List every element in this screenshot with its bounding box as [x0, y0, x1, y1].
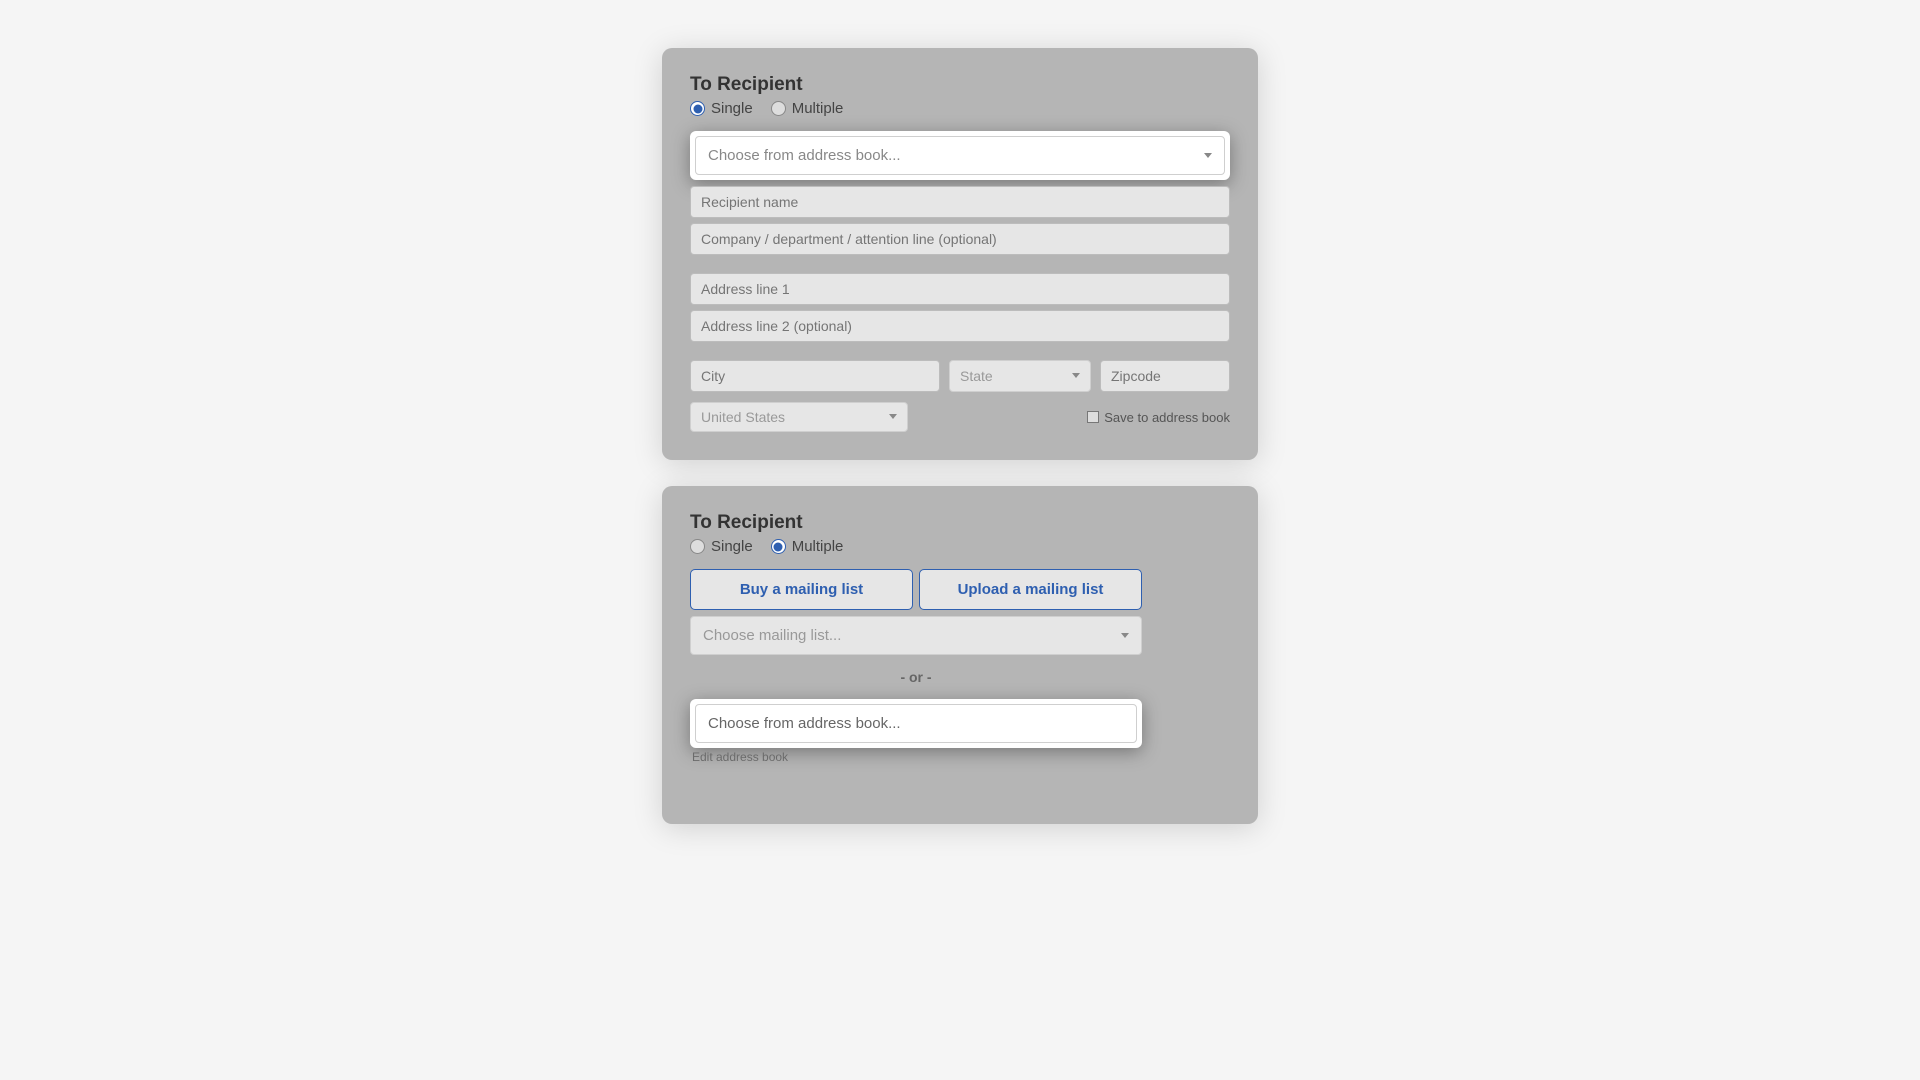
- chevron-down-icon: [1119, 633, 1129, 639]
- panel-title: To Recipient: [690, 512, 1230, 534]
- save-to-address-book-checkbox[interactable]: Save to address book: [1087, 410, 1230, 425]
- recipient-type-radios: Single Multiple: [690, 538, 1230, 555]
- radio-icon: [690, 539, 705, 554]
- buy-mailing-list-button[interactable]: Buy a mailing list: [690, 569, 913, 610]
- panel-title: To Recipient: [690, 74, 1230, 96]
- radio-label: Single: [711, 538, 753, 555]
- checkbox-label: Save to address book: [1104, 410, 1230, 425]
- address-book-select[interactable]: Choose from address book...: [695, 136, 1225, 175]
- address-book-highlight: Choose from address book...: [690, 131, 1230, 180]
- radio-label: Multiple: [792, 538, 844, 555]
- select-placeholder: Choose from address book...: [708, 715, 901, 732]
- radio-icon: [771, 101, 786, 116]
- upload-mailing-list-button[interactable]: Upload a mailing list: [919, 569, 1142, 610]
- recipient-type-radios: Single Multiple: [690, 100, 1230, 117]
- mailing-list-select[interactable]: Choose mailing list...: [690, 616, 1142, 655]
- select-placeholder: Choose mailing list...: [703, 627, 841, 644]
- recipient-panel-multiple: To Recipient Single Multiple Buy a maili…: [662, 486, 1258, 824]
- company-line-input[interactable]: [690, 223, 1230, 255]
- radio-icon: [690, 101, 705, 116]
- address-book-select[interactable]: Choose from address book...: [695, 704, 1137, 743]
- chevron-down-icon: [1070, 373, 1080, 379]
- radio-single[interactable]: Single: [690, 100, 753, 117]
- select-placeholder: State: [960, 368, 993, 384]
- recipient-panel-single: To Recipient Single Multiple Choose from…: [662, 48, 1258, 460]
- country-select[interactable]: United States: [690, 402, 908, 432]
- recipient-name-input[interactable]: [690, 186, 1230, 218]
- edit-address-book-link[interactable]: Edit address book: [692, 750, 1142, 764]
- state-select[interactable]: State: [949, 360, 1091, 392]
- city-input[interactable]: [690, 360, 940, 392]
- radio-multiple[interactable]: Multiple: [771, 100, 844, 117]
- select-value: United States: [701, 409, 785, 425]
- chevron-down-icon: [1202, 153, 1212, 159]
- address-fields: State United States Save to address book: [690, 186, 1230, 432]
- address-book-highlight: Choose from address book...: [690, 699, 1142, 748]
- radio-multiple[interactable]: Multiple: [771, 538, 844, 555]
- address-line-1-input[interactable]: [690, 273, 1230, 305]
- or-divider: - or -: [690, 669, 1142, 685]
- radio-label: Single: [711, 100, 753, 117]
- address-line-2-input[interactable]: [690, 310, 1230, 342]
- chevron-down-icon: [887, 414, 897, 420]
- select-placeholder: Choose from address book...: [708, 147, 901, 164]
- radio-single[interactable]: Single: [690, 538, 753, 555]
- checkbox-icon: [1087, 411, 1099, 423]
- radio-icon: [771, 539, 786, 554]
- radio-label: Multiple: [792, 100, 844, 117]
- zipcode-input[interactable]: [1100, 360, 1230, 392]
